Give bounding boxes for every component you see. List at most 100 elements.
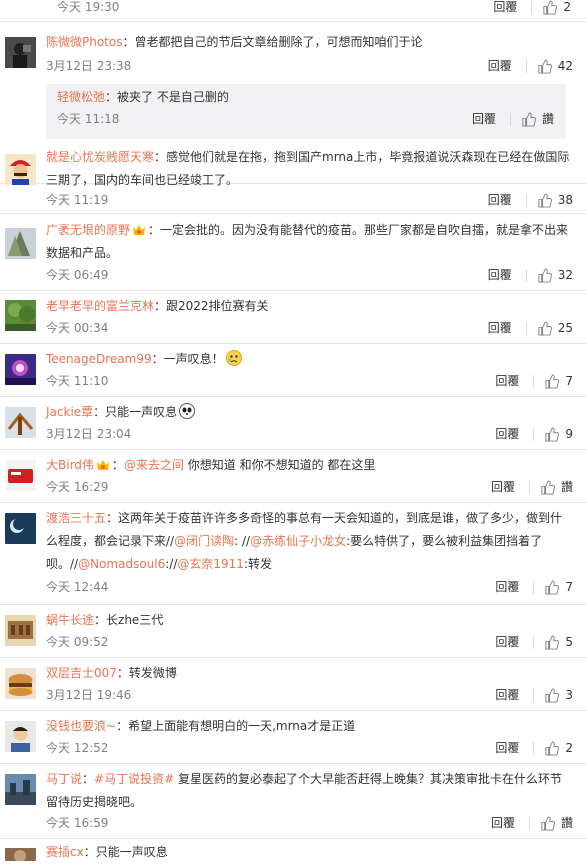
like-button[interactable]: 42 [537, 57, 573, 75]
mention-link[interactable]: @闭门读陶 [174, 534, 234, 548]
thumbs-up-icon [545, 373, 560, 389]
reply-button[interactable]: 回覆 [495, 425, 519, 443]
like-count: 7 [565, 374, 573, 388]
like-button[interactable]: 7 [544, 372, 573, 390]
reply-button[interactable]: 回覆 [488, 266, 512, 284]
reply-button[interactable]: 回覆 [495, 578, 519, 596]
comment-item: 双层吉士007：转发微博 3月12日 19:46 回覆 3 [0, 658, 587, 711]
reply-button[interactable]: 回覆 [495, 372, 519, 390]
comment-time: 今天 00:34 [46, 321, 109, 335]
reply-button[interactable]: 回覆 [472, 110, 496, 128]
like-count: 3 [565, 688, 573, 702]
like-count: 2 [565, 741, 573, 755]
like-button[interactable]: 32 [537, 266, 573, 284]
comment-time: 今天 12:44 [46, 580, 109, 594]
avatar[interactable] [5, 460, 36, 491]
like-count: 讚 [560, 480, 573, 494]
comment-text: ：只能一声叹息 [93, 405, 178, 419]
like-button[interactable]: 讚 [521, 110, 554, 128]
avatar[interactable] [5, 154, 36, 185]
reply-button[interactable]: 回覆 [493, 0, 517, 16]
reply-button[interactable]: 回覆 [495, 686, 519, 704]
comment-item: TeenageDream99：一声叹息！ 今天 11:10 回覆 7 [0, 344, 587, 397]
comment-text: ：希望上面能有想明白的一天,mrna才是正道 [116, 719, 356, 733]
mention-link[interactable]: @Nomadsoul6 [78, 557, 165, 571]
thumbs-up-icon [545, 687, 560, 703]
like-count: 9 [565, 427, 573, 441]
user-name[interactable]: TeenageDream99 [46, 352, 152, 366]
avatar[interactable] [5, 668, 36, 699]
user-name[interactable]: 赛插cx [46, 845, 84, 859]
user-name[interactable]: Jackie覃 [46, 405, 93, 419]
comment-text: 你想知道 和你不想知道的 都在这里 [183, 458, 376, 472]
user-name[interactable]: 马丁说 [46, 772, 82, 786]
reply-button[interactable]: 回覆 [488, 191, 512, 209]
thumbs-up-icon [545, 740, 560, 756]
comment-time: 今天 16:29 [46, 480, 109, 494]
thumbs-up-icon [541, 815, 555, 831]
mention-link[interactable]: @赤练仙子小龙女 [250, 534, 346, 548]
user-name[interactable]: 蜗牛长途 [46, 613, 94, 627]
comment-time: 今天 16:59 [46, 816, 109, 830]
thumbs-up-icon [538, 58, 552, 74]
reply-button[interactable]: 回覆 [491, 814, 515, 832]
comment-text: ：长zhe三代 [94, 613, 164, 627]
avatar[interactable] [5, 300, 36, 331]
comment-item: 大Bird伟 ：@来去之间 你想知道 和你不想知道的 都在这里 今天 16:29 … [0, 450, 587, 503]
user-name[interactable]: 没钱也要浪~ [46, 719, 116, 733]
like-button[interactable]: 2 [542, 0, 571, 16]
user-name[interactable]: 渡浩三十五 [46, 511, 106, 525]
like-button[interactable]: 7 [544, 578, 573, 596]
thumbs-up-icon [538, 320, 552, 336]
avatar[interactable] [5, 848, 36, 861]
user-name[interactable]: 大Bird伟 [46, 458, 94, 472]
like-button[interactable]: 2 [544, 739, 573, 757]
reply-button[interactable]: 回覆 [495, 739, 519, 757]
mention-link[interactable]: @来去之间 [124, 458, 184, 472]
reply-button[interactable]: 回覆 [495, 633, 519, 651]
user-name[interactable]: 就是心忧炭贱愿天寒 [46, 150, 154, 164]
like-button[interactable]: 讚 [540, 814, 573, 832]
user-name[interactable]: 双层吉士007 [46, 666, 117, 680]
thumbs-up-icon [522, 111, 536, 127]
sub-reply: 轻微松弛：被夹了 不是自己删的 今天 11:18 回覆 讚 [46, 84, 566, 139]
reply-button[interactable]: 回覆 [488, 319, 512, 337]
like-button[interactable]: 25 [537, 319, 573, 337]
avatar[interactable] [5, 228, 36, 259]
comment-text: ：一声叹息！ [151, 352, 224, 366]
vip-badge-icon [96, 456, 110, 470]
like-button[interactable]: 3 [544, 686, 573, 704]
avatar[interactable] [5, 774, 36, 805]
like-count: 2 [563, 0, 571, 14]
like-button[interactable]: 讚 [540, 478, 573, 496]
comment-time: 今天 19:30 [57, 0, 120, 14]
comment-time: 今天 12:52 [46, 741, 109, 755]
sad-emoji-icon [225, 350, 242, 366]
hashtag-link[interactable]: #马丁说投资# [94, 772, 174, 786]
user-name[interactable]: 广袤无垠的原野 [46, 223, 130, 237]
thumbs-up-icon [545, 579, 560, 595]
avatar[interactable] [5, 615, 36, 646]
avatar[interactable] [5, 721, 36, 752]
thumbs-up-icon [545, 426, 560, 442]
comment-time: 今天 11:19 [46, 193, 109, 207]
comment-time: 今天 09:52 [46, 635, 109, 649]
like-count: 42 [557, 59, 573, 73]
avatar[interactable] [5, 407, 36, 438]
reply-button[interactable]: 回覆 [491, 478, 515, 496]
comment-item: 蜗牛长途：长zhe三代 今天 09:52 回覆 5 [0, 605, 587, 658]
reply-button[interactable]: 回覆 [488, 57, 512, 75]
user-name[interactable]: 轻微松弛 [57, 90, 105, 104]
comment-item: 广袤无垠的原野 ：一定会批的。因为没有能替代的疫苗。那些厂家都是自吹自擂，就是拿不… [0, 214, 587, 291]
like-button[interactable]: 5 [544, 633, 573, 651]
user-name[interactable]: 老早老早的富兰克林 [46, 299, 154, 313]
like-button[interactable]: 9 [544, 425, 573, 443]
avatar[interactable] [5, 37, 36, 68]
like-count: 38 [557, 193, 573, 207]
avatar[interactable] [5, 513, 36, 544]
mention-link[interactable]: @玄奈1911 [177, 557, 244, 571]
avatar[interactable] [5, 354, 36, 385]
comment-item: 就是心忧炭贱愿天寒：感觉他们就是在拖，拖到国产mrna上市，毕竟报道说沃森现在已… [0, 139, 587, 214]
like-button[interactable]: 38 [537, 191, 573, 209]
user-name[interactable]: 陈微微Photos [46, 35, 122, 49]
